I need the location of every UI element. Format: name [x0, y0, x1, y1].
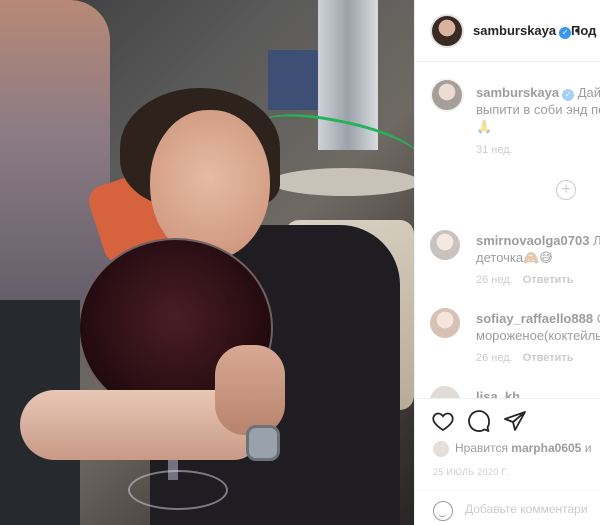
comment: sofiay_raffaello888 Су мороженое(коктейл…	[430, 308, 600, 368]
post-window: samburskaya✓ • Под samburskaya✓ Дай г вы…	[0, 0, 600, 525]
comment-line2: деточка🙈😅	[476, 250, 553, 265]
verified-badge-icon: ✓	[559, 27, 572, 39]
comment-avatar[interactable]	[430, 230, 460, 260]
comment-text: lisa_kh...	[476, 388, 600, 398]
post-sidebar: samburskaya✓ • Под samburskaya✓ Дай г вы…	[414, 0, 600, 525]
comment-line2: мороженое(коктейль	[476, 328, 600, 343]
post-date[interactable]: 25 ИЮЛЬ 2020 Г.	[433, 467, 508, 477]
add-comment-bar: Добавьте комментари	[415, 490, 600, 525]
likes-suffix: и	[584, 441, 592, 456]
comment-avatar[interactable]	[430, 386, 460, 398]
header-username[interactable]: samburskaya	[473, 23, 556, 38]
likes-prefix: Нравится	[455, 441, 508, 456]
post-photo[interactable]	[0, 0, 414, 525]
caption-emoji: 🙏	[476, 119, 493, 134]
caption-time[interactable]: 31 нед.	[476, 144, 513, 156]
caption-line2: выпити в соби энд пе	[476, 102, 600, 117]
caption-line1: Дай г	[577, 85, 600, 100]
action-bar	[415, 398, 600, 438]
heart-icon[interactable]	[431, 409, 455, 433]
liker-username[interactable]: marpha0605	[511, 441, 581, 455]
liker-avatar[interactable]	[433, 441, 449, 457]
likes-line: Нравится marpha0605 и	[433, 441, 591, 457]
comment-username[interactable]: smirnovaolga0703	[476, 233, 589, 248]
reply-button[interactable]: Ответить	[523, 352, 574, 364]
comment-meta: 26 нед. Ответить	[476, 274, 574, 286]
load-more-icon[interactable]: +	[556, 180, 576, 200]
comment-text: smirnovaolga0703 Ло деточка🙈😅	[476, 232, 600, 266]
photo-glass-base	[128, 470, 228, 510]
avatar[interactable]	[430, 14, 464, 48]
photo-watch	[246, 425, 280, 461]
caption-username[interactable]: samburskaya	[476, 85, 559, 100]
comment-suffix: Ло	[593, 233, 600, 248]
comment-avatar[interactable]	[430, 308, 460, 338]
emoji-smile-icon[interactable]	[433, 501, 453, 521]
comment-time[interactable]: 26 нед.	[476, 352, 513, 364]
follow-button[interactable]: Под	[571, 23, 596, 38]
add-comment-input[interactable]: Добавьте комментари	[465, 502, 588, 516]
caption-verified-icon: ✓	[562, 89, 575, 101]
post-header: samburskaya ✓ • Под	[415, 0, 600, 62]
comment: smirnovaolga0703 Ло деточка🙈😅 26 нед. Отв…	[430, 230, 600, 290]
comment-time[interactable]: 26 нед.	[476, 274, 513, 286]
comment: lisa_kh...	[430, 386, 600, 398]
comment-meta: 26 нед. Ответить	[476, 352, 574, 364]
comment-icon[interactable]	[467, 409, 491, 433]
comment-username[interactable]: sofiay_raffaello888	[476, 311, 593, 326]
reply-button[interactable]: Ответить	[523, 274, 574, 286]
header-username-wrap: samburskaya ✓ •	[473, 23, 579, 39]
photo-hand-right	[215, 345, 285, 435]
photo-table	[270, 168, 414, 196]
caption-text: samburskaya✓ Дай г выпити в соби энд пе …	[476, 84, 600, 135]
caption-avatar[interactable]	[430, 78, 464, 112]
share-icon[interactable]	[503, 409, 527, 433]
comment-text: sofiay_raffaello888 Су мороженое(коктейл…	[476, 310, 600, 344]
comment-username[interactable]: lisa_kh...	[476, 389, 531, 398]
